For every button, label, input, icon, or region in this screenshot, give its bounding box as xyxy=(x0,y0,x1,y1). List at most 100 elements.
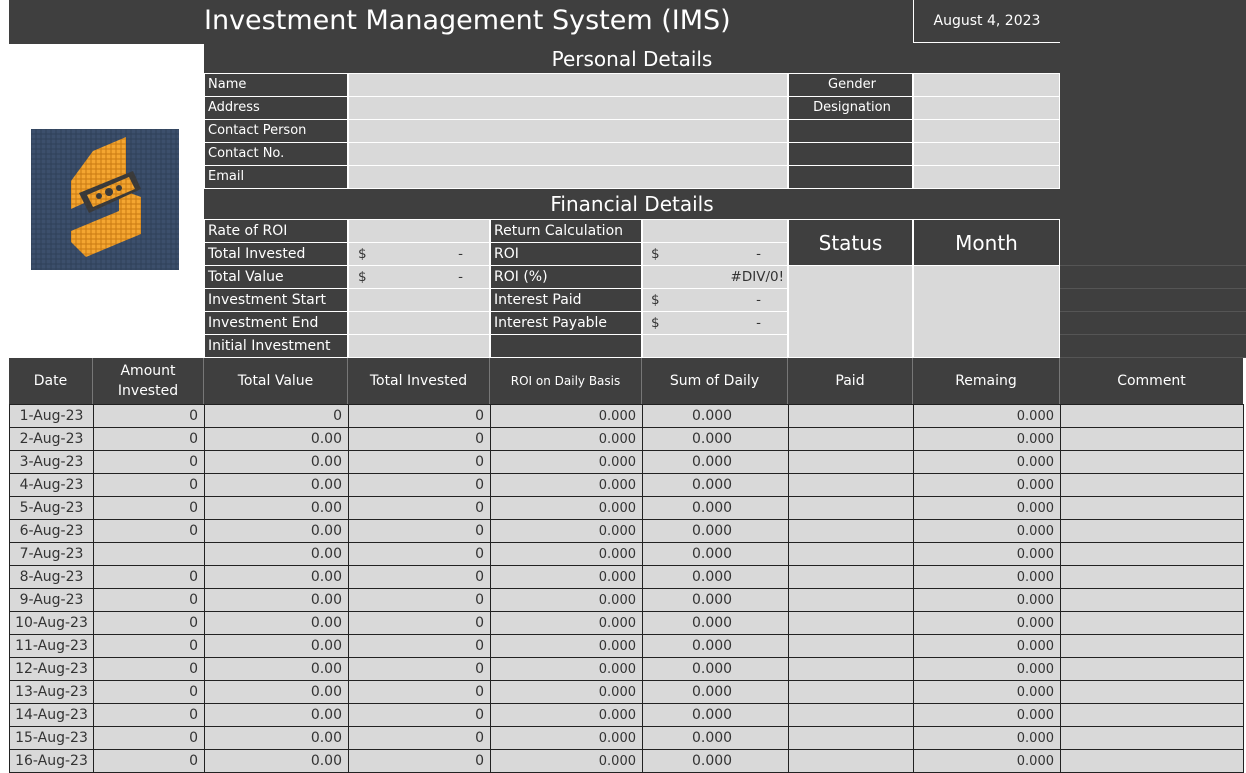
paid-cell[interactable] xyxy=(788,611,914,635)
email-field[interactable] xyxy=(348,165,788,189)
amount-invested-cell[interactable]: 0 xyxy=(93,703,205,727)
total-value-cell[interactable]: 0.00 xyxy=(204,588,349,612)
total-value-cell[interactable]: 0.00 xyxy=(204,427,349,451)
total-invested-cell[interactable]: 0 xyxy=(348,519,491,543)
col-header-comment[interactable]: Comment xyxy=(1060,358,1243,404)
paid-cell[interactable] xyxy=(788,427,914,451)
sum-of-daily-cell[interactable]: 0.000 xyxy=(642,450,789,474)
paid-cell[interactable] xyxy=(788,519,914,543)
roi-daily-cell[interactable]: 0.000 xyxy=(490,588,643,612)
total-invested-cell[interactable]: 0 xyxy=(348,634,491,658)
remaining-cell[interactable]: 0.000 xyxy=(913,404,1061,428)
extra-field[interactable] xyxy=(913,119,1060,143)
roi-daily-cell[interactable]: 0.000 xyxy=(490,703,643,727)
sum-of-daily-cell[interactable]: 0.000 xyxy=(642,542,789,566)
col-header-total-invested[interactable]: Total Invested xyxy=(348,358,490,404)
total-value-cell[interactable]: 0.00 xyxy=(204,565,349,589)
comment-cell[interactable] xyxy=(1060,611,1244,635)
roi-daily-cell[interactable]: 0.000 xyxy=(490,427,643,451)
comment-cell[interactable] xyxy=(1060,565,1244,589)
extra-field[interactable] xyxy=(913,142,1060,166)
total-value-cell[interactable]: 0 xyxy=(204,404,349,428)
remaining-cell[interactable]: 0.000 xyxy=(913,473,1061,497)
roi-daily-cell[interactable]: 0.000 xyxy=(490,657,643,681)
comment-cell[interactable] xyxy=(1060,427,1244,451)
amount-invested-cell[interactable]: 0 xyxy=(93,611,205,635)
total-value-cell[interactable]: 0.00 xyxy=(204,519,349,543)
contact-person-field[interactable] xyxy=(348,119,788,143)
amount-invested-cell[interactable]: 0 xyxy=(93,450,205,474)
amount-invested-cell[interactable]: 0 xyxy=(93,496,205,520)
roi-daily-cell[interactable]: 0.000 xyxy=(490,542,643,566)
month-field[interactable] xyxy=(913,265,1060,358)
sum-of-daily-cell[interactable]: 0.000 xyxy=(642,427,789,451)
status-field[interactable] xyxy=(788,265,913,358)
amount-invested-cell[interactable]: 0 xyxy=(93,634,205,658)
total-value-cell[interactable]: 0.00 xyxy=(204,703,349,727)
remaining-cell[interactable]: 0.000 xyxy=(913,450,1061,474)
paid-cell[interactable] xyxy=(788,703,914,727)
sum-of-daily-cell[interactable]: 0.000 xyxy=(642,565,789,589)
remaining-cell[interactable]: 0.000 xyxy=(913,680,1061,704)
roi-daily-cell[interactable]: 0.000 xyxy=(490,496,643,520)
date-cell[interactable]: 6-Aug-23 xyxy=(9,519,94,543)
total-invested-cell[interactable]: 0 xyxy=(348,496,491,520)
gender-field[interactable] xyxy=(913,73,1060,97)
comment-cell[interactable] xyxy=(1060,588,1244,612)
roi-daily-cell[interactable]: 0.000 xyxy=(490,565,643,589)
roi-value[interactable]: $ - xyxy=(642,242,788,266)
col-header-paid[interactable]: Paid xyxy=(788,358,913,404)
total-value-cell[interactable]: 0.00 xyxy=(204,542,349,566)
col-header-amount-invested[interactable]: Amount Invested xyxy=(93,358,204,404)
amount-invested-cell[interactable]: 0 xyxy=(93,749,205,773)
paid-cell[interactable] xyxy=(788,404,914,428)
sum-of-daily-cell[interactable]: 0.000 xyxy=(642,496,789,520)
roi-daily-cell[interactable]: 0.000 xyxy=(490,749,643,773)
paid-cell[interactable] xyxy=(788,634,914,658)
remaining-cell[interactable]: 0.000 xyxy=(913,611,1061,635)
amount-invested-cell[interactable]: 0 xyxy=(93,657,205,681)
total-value-cell[interactable]: 0.00 xyxy=(204,657,349,681)
name-field[interactable] xyxy=(348,73,788,97)
total-invested-cell[interactable]: 0 xyxy=(348,473,491,497)
remaining-cell[interactable]: 0.000 xyxy=(913,542,1061,566)
remaining-cell[interactable]: 0.000 xyxy=(913,703,1061,727)
remaining-cell[interactable]: 0.000 xyxy=(913,519,1061,543)
paid-cell[interactable] xyxy=(788,749,914,773)
comment-cell[interactable] xyxy=(1060,680,1244,704)
total-invested-cell[interactable]: 0 xyxy=(348,703,491,727)
sum-of-daily-cell[interactable]: 0.000 xyxy=(642,404,789,428)
comment-cell[interactable] xyxy=(1060,496,1244,520)
comment-cell[interactable] xyxy=(1060,703,1244,727)
total-invested-cell[interactable]: 0 xyxy=(348,404,491,428)
col-header-date[interactable]: Date xyxy=(9,358,93,404)
total-invested-cell[interactable]: 0 xyxy=(348,749,491,773)
date-cell[interactable]: 10-Aug-23 xyxy=(9,611,94,635)
roi-daily-cell[interactable]: 0.000 xyxy=(490,519,643,543)
date-cell[interactable]: 12-Aug-23 xyxy=(9,657,94,681)
amount-invested-cell[interactable]: 0 xyxy=(93,404,205,428)
roi-daily-cell[interactable]: 0.000 xyxy=(490,726,643,750)
col-header-roi-daily[interactable]: ROI on Daily Basis xyxy=(490,358,642,404)
total-invested-cell[interactable]: 0 xyxy=(348,657,491,681)
date-cell[interactable]: 15-Aug-23 xyxy=(9,726,94,750)
roi-daily-cell[interactable]: 0.000 xyxy=(490,634,643,658)
date-cell[interactable]: 11-Aug-23 xyxy=(9,634,94,658)
comment-cell[interactable] xyxy=(1060,473,1244,497)
total-value-cell[interactable]: 0.00 xyxy=(204,611,349,635)
total-invested-cell[interactable]: 0 xyxy=(348,726,491,750)
amount-invested-cell[interactable]: 0 xyxy=(93,680,205,704)
total-invested-cell[interactable]: 0 xyxy=(348,611,491,635)
sum-of-daily-cell[interactable]: 0.000 xyxy=(642,588,789,612)
date-cell[interactable]: 16-Aug-23 xyxy=(9,749,94,773)
total-value-cell[interactable]: 0.00 xyxy=(204,680,349,704)
comment-cell[interactable] xyxy=(1060,634,1244,658)
amount-invested-cell[interactable]: 0 xyxy=(93,427,205,451)
date-cell[interactable]: 5-Aug-23 xyxy=(9,496,94,520)
paid-cell[interactable] xyxy=(788,542,914,566)
amount-invested-cell[interactable]: 0 xyxy=(93,519,205,543)
remaining-cell[interactable]: 0.000 xyxy=(913,565,1061,589)
paid-cell[interactable] xyxy=(788,473,914,497)
comment-cell[interactable] xyxy=(1060,519,1244,543)
report-date[interactable]: August 4, 2023 xyxy=(913,0,1060,43)
